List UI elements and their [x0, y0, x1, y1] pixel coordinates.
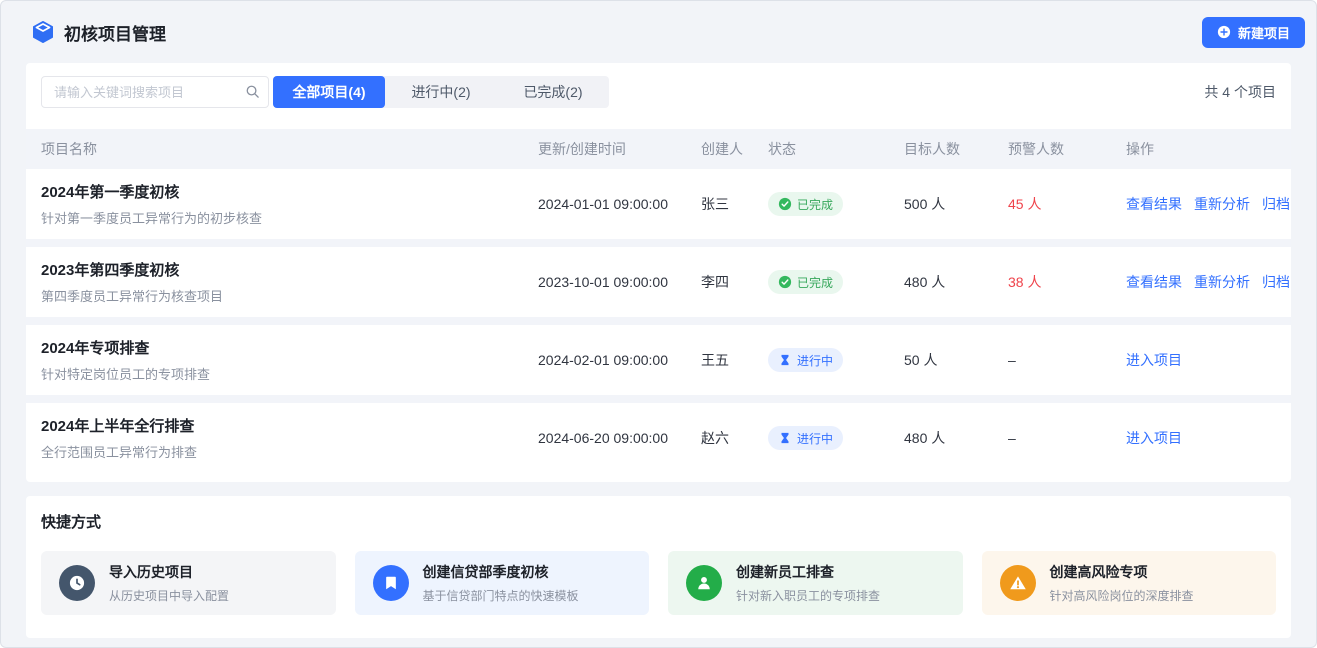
filter-tab-1[interactable]: 进行中(2) — [385, 76, 497, 108]
cell-update-time: 2024-01-01 09:00:00 — [538, 196, 701, 212]
project-desc: 第四季度员工异常行为核查项目 — [41, 286, 538, 305]
shortcut-desc: 从历史项目中导入配置 — [109, 587, 229, 604]
status-label: 进行中 — [797, 430, 833, 447]
status-badge: 进行中 — [768, 348, 843, 372]
column-header-name: 项目名称 — [26, 139, 538, 159]
column-header-actions: 操作 — [1126, 139, 1291, 159]
cell-warning-count: – — [1008, 430, 1126, 446]
shortcut-title: 创建信贷部季度初核 — [423, 562, 579, 582]
shortcut-desc: 针对高风险岗位的深度排查 — [1050, 587, 1194, 604]
shortcut-card[interactable]: 创建信贷部季度初核 基于信贷部门特点的快速模板 — [355, 551, 650, 615]
cell-creator: 张三 — [701, 194, 768, 214]
cell-creator: 王五 — [701, 350, 768, 370]
warning-icon — [1000, 565, 1036, 601]
search-icon — [245, 84, 260, 99]
search-input[interactable] — [41, 76, 269, 108]
column-header-status: 状态 — [768, 139, 904, 159]
total-count: 共 4 个项目 — [1204, 82, 1276, 102]
shortcut-title: 导入历史项目 — [109, 562, 229, 582]
search-wrap — [41, 76, 269, 108]
status-label: 已完成 — [797, 196, 833, 213]
filter-tab-0[interactable]: 全部项目(4) — [273, 76, 385, 108]
column-header-target: 目标人数 — [904, 139, 1008, 159]
shortcut-title: 创建高风险专项 — [1050, 562, 1194, 582]
toolbar: 全部项目(4)进行中(2)已完成(2) 共 4 个项目 — [41, 76, 1276, 108]
project-name: 2024年第一季度初核 — [41, 181, 538, 202]
cell-update-time: 2024-06-20 09:00:00 — [538, 430, 701, 446]
top-bar: 初核项目管理 新建项目 — [1, 1, 1316, 63]
action-link[interactable]: 进入项目 — [1126, 428, 1182, 448]
cell-target-count: 480 人 — [904, 272, 1008, 292]
action-link[interactable]: 查看结果 — [1126, 272, 1182, 292]
column-header-warning: 预警人数 — [1008, 139, 1126, 159]
project-desc: 全行范围员工异常行为排查 — [41, 442, 538, 461]
shortcut-card[interactable]: 创建高风险专项 针对高风险岗位的深度排查 — [982, 551, 1277, 615]
panel-gap — [1, 482, 1316, 496]
user-icon — [686, 565, 722, 601]
projects-panel: 全部项目(4)进行中(2)已完成(2) 共 4 个项目 项目名称 更新/创建时间… — [26, 63, 1291, 482]
status-label: 已完成 — [797, 274, 833, 291]
shortcuts-title: 快捷方式 — [41, 511, 1276, 532]
page: 初核项目管理 新建项目 全部项目(4)进行中(2)已完成(2) 共 4 个项目 — [0, 0, 1317, 648]
plus-circle-icon — [1217, 25, 1231, 39]
new-project-button-label: 新建项目 — [1238, 23, 1290, 42]
shortcut-desc: 基于信贷部门特点的快速模板 — [423, 587, 579, 604]
table-row: 2024年专项排查 针对特定岗位员工的专项排查 2024-02-01 09:00… — [26, 325, 1291, 395]
action-link[interactable]: 进入项目 — [1126, 350, 1182, 370]
cell-actions: 进入项目 — [1126, 428, 1291, 448]
cube-icon — [31, 20, 55, 44]
cell-actions: 查看结果重新分析归档 — [1126, 194, 1291, 214]
shortcut-cards: 导入历史项目 从历史项目中导入配置 创建信贷部季度初核 基于信贷部门特点的快速模… — [41, 551, 1276, 615]
project-name: 2024年上半年全行排查 — [41, 415, 538, 436]
cell-warning-count: – — [1008, 352, 1126, 368]
new-project-button[interactable]: 新建项目 — [1202, 17, 1305, 48]
column-header-time: 更新/创建时间 — [538, 139, 701, 159]
column-header-creator: 创建人 — [701, 139, 768, 159]
check-circle-icon — [778, 275, 792, 289]
hourglass-icon — [778, 353, 792, 367]
action-link[interactable]: 重新分析 — [1194, 272, 1250, 292]
shortcuts-panel: 快捷方式 导入历史项目 从历史项目中导入配置 创建信贷部季度初核 基于信贷部门特… — [26, 496, 1291, 638]
cell-creator: 李四 — [701, 272, 768, 292]
cell-actions: 查看结果重新分析归档 — [1126, 272, 1291, 292]
shortcut-title: 创建新员工排查 — [736, 562, 880, 582]
table-row: 2024年第一季度初核 针对第一季度员工异常行为的初步核查 2024-01-01… — [26, 169, 1291, 239]
status-badge: 已完成 — [768, 270, 843, 294]
action-link[interactable]: 重新分析 — [1194, 194, 1250, 214]
cell-target-count: 480 人 — [904, 428, 1008, 448]
history-clock-icon — [59, 565, 95, 601]
table-row: 2024年上半年全行排查 全行范围员工异常行为排查 2024-06-20 09:… — [26, 403, 1291, 473]
shortcut-desc: 针对新入职员工的专项排查 — [736, 587, 880, 604]
cell-update-time: 2023-10-01 09:00:00 — [538, 274, 701, 290]
table-header: 项目名称 更新/创建时间 创建人 状态 目标人数 预警人数 操作 — [26, 129, 1291, 169]
bookmark-icon — [373, 565, 409, 601]
cell-creator: 赵六 — [701, 428, 768, 448]
hourglass-icon — [778, 431, 792, 445]
project-desc: 针对特定岗位员工的专项排查 — [41, 364, 538, 383]
status-badge: 进行中 — [768, 426, 843, 450]
cell-warning-count: 38 人 — [1008, 272, 1126, 292]
status-label: 进行中 — [797, 352, 833, 369]
project-desc: 针对第一季度员工异常行为的初步核查 — [41, 208, 538, 227]
cell-warning-count: 45 人 — [1008, 194, 1126, 214]
project-name: 2023年第四季度初核 — [41, 259, 538, 280]
shortcut-card[interactable]: 创建新员工排查 针对新入职员工的专项排查 — [668, 551, 963, 615]
shortcut-card[interactable]: 导入历史项目 从历史项目中导入配置 — [41, 551, 336, 615]
cell-target-count: 500 人 — [904, 194, 1008, 214]
check-circle-icon — [778, 197, 792, 211]
filter-tab-2[interactable]: 已完成(2) — [497, 76, 609, 108]
cell-target-count: 50 人 — [904, 350, 1008, 370]
action-link[interactable]: 归档 — [1262, 272, 1290, 292]
action-link[interactable]: 归档 — [1262, 194, 1290, 214]
cell-actions: 进入项目 — [1126, 350, 1291, 370]
project-rows: 2024年第一季度初核 针对第一季度员工异常行为的初步核查 2024-01-01… — [26, 169, 1291, 473]
project-name: 2024年专项排查 — [41, 337, 538, 358]
table-row: 2023年第四季度初核 第四季度员工异常行为核查项目 2023-10-01 09… — [26, 247, 1291, 317]
cell-update-time: 2024-02-01 09:00:00 — [538, 352, 701, 368]
status-badge: 已完成 — [768, 192, 843, 216]
action-link[interactable]: 查看结果 — [1126, 194, 1182, 214]
filter-tab-group: 全部项目(4)进行中(2)已完成(2) — [273, 76, 609, 108]
page-title: 初核项目管理 — [64, 20, 166, 45]
